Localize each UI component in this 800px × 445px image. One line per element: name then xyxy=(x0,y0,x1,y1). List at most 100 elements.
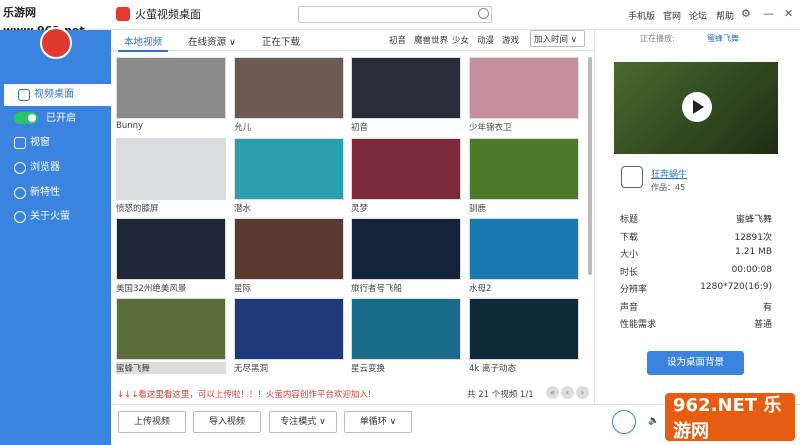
browser-icon xyxy=(14,162,26,174)
property-value: 有 xyxy=(762,302,772,313)
sidebar-logo-icon xyxy=(40,27,72,59)
menu-website[interactable]: 官网 xyxy=(663,9,681,22)
app-logo-icon xyxy=(116,7,130,21)
play-icon xyxy=(693,100,704,114)
sort-select[interactable]: 加入时间 ∨ xyxy=(530,30,585,47)
announcement-marquee[interactable]: ↓↓↓看这里看这里，可以上传啦！！！火萤内容创作平台欢迎加入! xyxy=(117,388,371,400)
video-thumbnail[interactable] xyxy=(351,218,461,280)
video-title: 愤怒的膝屏 xyxy=(116,204,159,214)
tab-online[interactable]: 在线资源 ∨ xyxy=(182,32,242,50)
close-icon[interactable]: ✕ xyxy=(784,7,793,20)
search-icon[interactable] xyxy=(478,8,489,19)
site-watermark: 乐游网 www.962.net xyxy=(0,4,104,37)
info-icon xyxy=(14,211,26,223)
video-title: 初音 xyxy=(351,123,369,133)
next-page-icon[interactable]: › xyxy=(576,386,589,399)
category-warcraft[interactable]: 魔兽世界 xyxy=(414,34,448,46)
property-value: 普通 xyxy=(753,320,772,330)
now-playing-name: 蜜蜂飞舞 xyxy=(707,34,739,43)
pause-icon[interactable] xyxy=(612,410,636,434)
focus-mode-select[interactable]: 专注模式 ∨ xyxy=(269,411,337,433)
tab-downloading[interactable]: 正在下载 xyxy=(256,32,306,50)
sidebar-item-video-desktop[interactable]: 视频桌面 xyxy=(4,84,111,106)
prev-page-icon[interactable]: ‹ xyxy=(561,386,574,399)
window-icon xyxy=(14,137,26,149)
set-desktop-background-button[interactable]: 设为桌面背景 xyxy=(647,351,744,375)
video-thumbnail[interactable] xyxy=(234,138,344,200)
video-title: 美国32州绝美风景 xyxy=(116,284,187,294)
video-thumbnail[interactable] xyxy=(116,138,226,200)
video-title: Bunny xyxy=(116,121,144,131)
video-thumbnail[interactable] xyxy=(469,298,579,360)
video-title: 4k 离子动态 xyxy=(469,364,517,374)
video-thumbnail[interactable] xyxy=(116,298,226,360)
category-hatsune[interactable]: 初音 xyxy=(389,34,406,46)
video-thumbnail[interactable] xyxy=(351,298,461,360)
category-girl[interactable]: 少女 xyxy=(452,34,469,46)
tab-local-video[interactable]: 本地视频 xyxy=(118,32,169,52)
sidebar-item-label: 浏览器 xyxy=(30,162,60,173)
property-value: 1280*720(16:9) xyxy=(700,282,772,292)
menu-help[interactable]: 帮助 xyxy=(716,9,734,22)
toggle-knob xyxy=(28,114,36,122)
video-thumbnail[interactable] xyxy=(469,218,579,280)
category-anime[interactable]: 动漫 xyxy=(477,34,494,46)
author-works: 作品：45 xyxy=(651,183,686,192)
import-video-button[interactable]: 导入视频 xyxy=(193,411,261,433)
video-title: 旅行者号飞船 xyxy=(351,284,403,294)
video-title: 星云变换 xyxy=(351,364,386,374)
scrollbar[interactable] xyxy=(588,57,592,275)
sidebar-item-label: 视窗 xyxy=(30,137,50,148)
video-title: 灵梦 xyxy=(351,204,369,214)
sidebar-item-features[interactable]: 新特性 xyxy=(0,182,111,204)
author-name[interactable]: 狂奔蜗牛 xyxy=(651,167,687,180)
property-value: 00:00:08 xyxy=(731,264,772,275)
property-key: 大小 xyxy=(620,250,639,260)
sidebar-item-window[interactable]: 视窗 xyxy=(0,132,111,154)
video-thumbnail[interactable] xyxy=(351,57,461,119)
video-title: 允儿 xyxy=(234,123,252,133)
now-playing-label: 正在播放: xyxy=(640,34,675,43)
author-avatar-icon[interactable] xyxy=(621,166,643,188)
video-title: 驯鹿 xyxy=(469,204,487,214)
video-thumbnail[interactable] xyxy=(116,57,226,119)
video-title: 星际 xyxy=(234,284,252,294)
sidebar-item-browser[interactable]: 浏览器 xyxy=(0,157,111,179)
property-key: 下载 xyxy=(620,232,639,243)
volume-icon[interactable]: 🔈 xyxy=(648,416,660,428)
category-game[interactable]: 游戏 xyxy=(502,34,519,46)
property-key: 分辨率 xyxy=(620,285,648,295)
property-key: 声音 xyxy=(620,302,639,313)
settings-gear-icon[interactable]: ⚙ xyxy=(741,7,751,20)
video-thumbnail[interactable] xyxy=(234,298,344,360)
search-input[interactable] xyxy=(298,6,492,23)
video-thumbnail[interactable] xyxy=(351,138,461,200)
video-title: 蜜蜂飞舞 xyxy=(116,362,226,374)
menu-forum[interactable]: 论坛 xyxy=(689,9,707,22)
video-title: 水母2 xyxy=(469,284,492,294)
app-title: 火萤视频桌面 xyxy=(135,8,201,21)
sidebar-item-about[interactable]: 关于火萤 xyxy=(0,206,111,228)
video-title: 潜水 xyxy=(234,204,252,214)
sidebar-item-label: 已开启 xyxy=(46,113,76,124)
upload-video-button[interactable]: 上传视频 xyxy=(118,411,186,433)
property-value: 1.21 MB xyxy=(735,247,772,257)
minimize-icon[interactable]: — xyxy=(763,7,774,20)
desktop-icon xyxy=(18,89,30,101)
video-thumbnail[interactable] xyxy=(234,218,344,280)
features-icon xyxy=(14,187,26,199)
property-key: 性能需求 xyxy=(620,320,657,330)
video-thumbnail[interactable] xyxy=(469,57,579,119)
video-thumbnail[interactable] xyxy=(234,57,344,119)
video-thumbnail[interactable] xyxy=(116,218,226,280)
site-logo: 962.NET 乐游网 xyxy=(665,393,795,442)
video-title: 无尽黑洞 xyxy=(234,364,269,374)
sidebar-item-label: 视频桌面 xyxy=(34,89,74,100)
video-thumbnail[interactable] xyxy=(469,138,579,200)
sidebar-item-label: 关于火萤 xyxy=(30,211,70,222)
first-page-icon[interactable]: « xyxy=(546,386,559,399)
video-count: 共 21 个视频 1/1 xyxy=(467,390,534,400)
loop-mode-select[interactable]: 单循环 ∨ xyxy=(344,411,412,433)
sidebar-item-label: 新特性 xyxy=(30,187,60,198)
menu-mobile[interactable]: 手机版 xyxy=(628,9,655,22)
